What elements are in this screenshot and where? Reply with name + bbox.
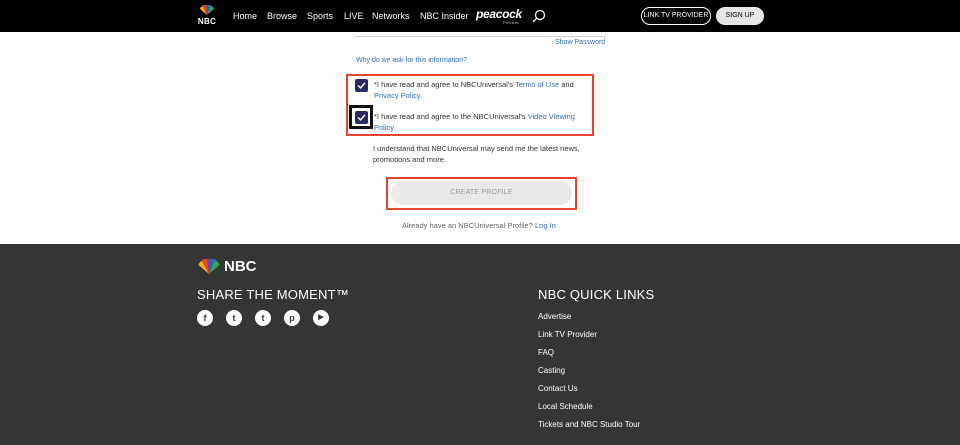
footer-nbc-wordmark: NBC (224, 258, 257, 275)
nav-sports[interactable]: Sports (307, 10, 333, 22)
already-have-profile-text: Already have an NBCUniversal Profile? Lo… (402, 221, 556, 230)
nav-browse[interactable]: Browse (267, 10, 297, 22)
nav-networks[interactable]: Networks (372, 10, 410, 22)
nbc-peacock-icon (200, 5, 214, 15)
nbc-wordmark: NBC (197, 17, 217, 26)
quick-link-casting[interactable]: Casting (538, 366, 565, 376)
pinterest-icon[interactable]: p (284, 310, 300, 326)
create-profile-highlight (386, 177, 577, 210)
nav-home[interactable]: Home (233, 10, 257, 22)
password-field-underline (355, 36, 605, 37)
link-tv-provider-button[interactable]: LINK TV PROVIDER (641, 7, 711, 25)
already-text: Already have an NBCUniversal Profile? (402, 221, 535, 230)
peacock-logo[interactable]: peacock (476, 7, 522, 21)
quick-link-faq[interactable]: FAQ (538, 348, 554, 358)
youtube-icon[interactable]: ▶ (313, 310, 329, 326)
quick-link-advertise[interactable]: Advertise (538, 312, 571, 322)
nbc-logo[interactable]: NBC (196, 5, 218, 27)
agreements-highlight (346, 74, 594, 136)
why-info-link[interactable]: Why do we ask for this information? (356, 57, 467, 64)
tumblr-icon[interactable]: t (255, 310, 271, 326)
nav-live[interactable]: LIVE (344, 10, 364, 22)
quick-links-heading: NBC QUICK LINKS (538, 287, 655, 302)
quick-link-local-schedule[interactable]: Local Schedule (538, 402, 593, 412)
footer-nbc-logo[interactable]: NBC (196, 257, 266, 275)
sign-up-button[interactable]: SIGN UP (716, 7, 764, 25)
top-navigation-bar: NBC Home Browse Sports LIVE Networks NBC… (0, 0, 960, 32)
search-icon[interactable] (532, 9, 546, 23)
facebook-icon[interactable]: f (197, 310, 213, 326)
twitter-icon[interactable]: t (226, 310, 242, 326)
share-the-moment-heading: SHARE THE MOMENT™ (197, 287, 349, 302)
nbc-peacock-icon (198, 259, 220, 274)
quick-link-contact-us[interactable]: Contact Us (538, 384, 578, 394)
promotions-consent-text[interactable]: I understand that NBCUniversal may send … (373, 143, 598, 165)
peacock-subtitle: Premium (503, 20, 520, 25)
quick-link-link-tv-provider[interactable]: Link TV Provider (538, 330, 597, 340)
show-password-link[interactable]: Show Password (555, 39, 605, 46)
nav-nbc-insider[interactable]: NBC Insider (420, 10, 469, 22)
quick-link-tickets-studio-tour[interactable]: Tickets and NBC Studio Tour (538, 420, 640, 430)
log-in-link[interactable]: Log In (535, 221, 556, 230)
footer: NBC SHARE THE MOMENT™ f t t p ▶ NBC QUIC… (0, 244, 960, 445)
